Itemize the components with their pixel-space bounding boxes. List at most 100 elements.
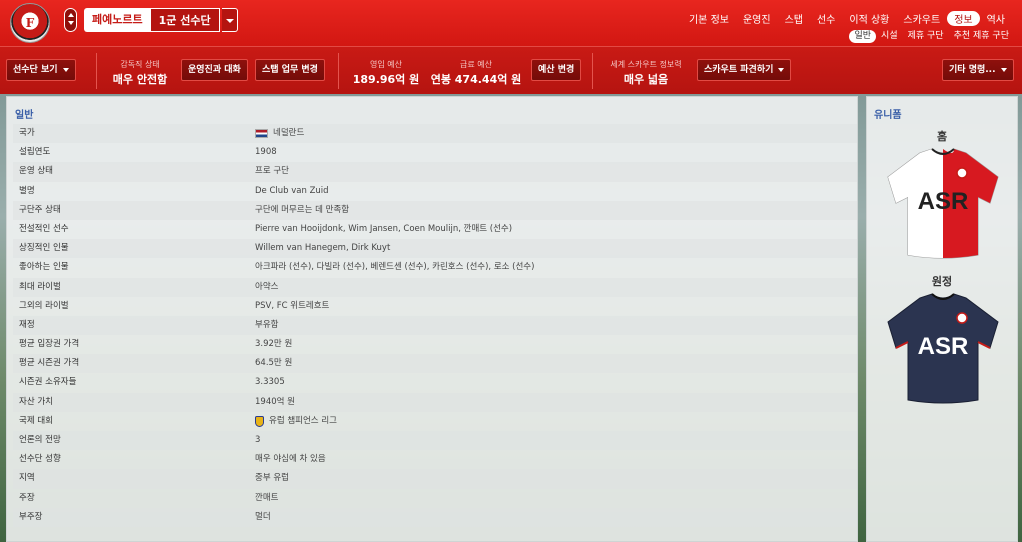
row-value: 매우 야심에 차 있음	[255, 454, 326, 465]
transfer-budget: 영입 예산 189.96억 원	[350, 59, 422, 87]
arrow-down-icon[interactable]	[67, 21, 74, 25]
club-name-tab[interactable]: 페예노르트	[84, 8, 151, 32]
wage-budget-label: 급료 예산	[460, 60, 492, 69]
main-nav: 기본 정보 운영진 스탭 선수 이적 상황 스카우트 정보 역사	[682, 11, 1012, 26]
row-label: 설립연도	[19, 147, 51, 158]
nav-overview[interactable]: 기본 정보	[682, 11, 736, 26]
row-label: 좋아하는 인물	[19, 262, 69, 273]
board-talk-button[interactable]: 운영진과 대화	[181, 59, 248, 81]
row-label: 별명	[19, 185, 35, 196]
subnav-facilities[interactable]: 시설	[876, 30, 903, 43]
club-switch-arrows[interactable]	[64, 8, 77, 32]
row-value-cell: 구단에 머무르는 데 만족함	[255, 201, 857, 220]
club-crest-icon[interactable]: F	[10, 3, 50, 43]
row-value-cell: PSV, FC 위트레흐트	[255, 297, 857, 316]
other-commands-button[interactable]: 기타 명령...	[942, 59, 1014, 81]
row-value: 구단에 머무르는 데 만족함	[255, 204, 350, 215]
nav-history[interactable]: 역사	[980, 11, 1012, 26]
staff-duty-button[interactable]: 스탭 업무 변경	[255, 59, 325, 81]
row-value-cell: 3.92만 원	[255, 335, 857, 354]
scout-knowledge-value: 매우 넓음	[623, 73, 669, 86]
subnav-recommended-affiliates[interactable]: 추천 제휴 구단	[949, 30, 1014, 43]
row-value-cell: 프로 구단	[255, 162, 857, 181]
row-value-cell: 3	[255, 431, 857, 450]
row-value: 3.3305	[255, 377, 285, 388]
row-value-cell: 멀더	[255, 508, 857, 527]
row-label: 주장	[19, 492, 35, 503]
subnav-affiliates[interactable]: 제휴 구단	[903, 30, 949, 43]
row-label: 전설적인 선수	[19, 223, 69, 234]
row-label: 자산 가치	[19, 396, 53, 407]
row-value-cell: 1940억 원	[255, 393, 857, 412]
nav-staff[interactable]: 스탭	[778, 11, 810, 26]
row-label: 지역	[19, 473, 35, 484]
home-kit-label: 홈	[936, 130, 948, 143]
table-row: 구단주 상태 구단에 머무르는 데 만족함	[13, 200, 857, 220]
scout-dispatch-label: 스카우트 파견하기	[704, 65, 774, 75]
away-shirt-icon[interactable]: ASR	[882, 292, 1004, 404]
table-row: 운영 상태 프로 구단	[13, 162, 857, 182]
row-label: 상징적인 인물	[19, 243, 69, 254]
squad-view-button[interactable]: 선수단 보기	[6, 59, 76, 81]
row-label: 국제 대회	[19, 415, 53, 426]
row-value: 부유함	[255, 319, 279, 330]
row-label: 선수단 성향	[19, 454, 61, 465]
sub-nav: 일반 시설 제휴 구단 추천 제휴 구단	[849, 30, 1014, 43]
transfer-budget-value: 189.96억 원	[352, 73, 420, 86]
row-value-cell: 1908	[255, 143, 857, 162]
nav-transfers[interactable]: 이적 상황	[842, 11, 896, 26]
arrow-up-icon[interactable]	[67, 13, 74, 17]
row-value-cell: 3.3305	[255, 373, 857, 392]
row-value: 64.5만 원	[255, 358, 293, 369]
divider	[96, 53, 97, 89]
info-bar: 선수단 보기 감독직 상태 매우 안전함 운영진과 대화 스탭 업무 변경 영입…	[0, 46, 1022, 94]
wage-budget: 급료 예산 연봉 474.44억 원	[428, 59, 524, 87]
team-name-tab[interactable]: 1군 선수단	[150, 8, 220, 32]
row-value-cell: 네덜란드	[255, 124, 857, 143]
kit-panel: 유니폼 홈 ASR 원정 ASR	[866, 96, 1018, 542]
row-value-cell: 아약스	[255, 278, 857, 297]
team-dropdown-button[interactable]	[221, 8, 238, 32]
chevron-down-icon	[1000, 67, 1007, 72]
scout-knowledge-label: 세계 스카우트 정보력	[610, 60, 682, 69]
nav-scouting[interactable]: 스카우트	[896, 11, 947, 26]
subnav-general[interactable]: 일반	[849, 30, 877, 43]
row-value[interactable]: 네덜란드	[273, 124, 304, 143]
general-panel: 일반 국가 네덜란드 설립연도 1908 운영 상태 프로 구단 별명 De Club van…	[6, 96, 858, 542]
table-row: 언론의 전망 3	[13, 431, 857, 451]
row-value: 아크파라 (선수), 다빌라 (선수), 베렌드센 (선수), 카린호스 (선수…	[255, 262, 535, 273]
row-value[interactable]: 아약스	[255, 278, 278, 297]
row-label: 부주장	[19, 511, 43, 522]
row-label: 구단주 상태	[19, 204, 61, 215]
row-label: 그외의 라이벌	[19, 300, 69, 311]
row-value: 멀더	[255, 511, 271, 522]
row-value-cell: 매우 야심에 차 있음	[255, 450, 857, 469]
home-shirt-icon[interactable]: ASR	[882, 147, 1004, 259]
table-row: 설립연도 1908	[13, 143, 857, 162]
row-label: 평균 입장권 가격	[19, 339, 80, 350]
nav-players[interactable]: 선수	[810, 11, 842, 26]
top-header: F 페예노르트 1군 선수단 기본 정보 운영진 스탭 선수 이적 상황 스카우…	[0, 0, 1022, 46]
club-selector: 페예노르트 1군 선수단	[84, 8, 238, 32]
crest-text: F	[25, 16, 35, 30]
scout-dispatch-button[interactable]: 스카우트 파견하기	[697, 59, 792, 81]
row-value: Willem van Hanegem, Dirk Kuyt	[255, 243, 391, 254]
away-sponsor-text: ASR	[918, 333, 969, 360]
row-value: 1908	[255, 147, 277, 158]
row-value-cell: 아크파라 (선수), 다빌라 (선수), 베렌드센 (선수), 카린호스 (선수…	[255, 258, 857, 277]
table-row: 국가 네덜란드	[13, 124, 857, 144]
budget-change-button[interactable]: 예산 변경	[531, 59, 582, 81]
row-value-cell: 부유함	[255, 316, 857, 335]
row-value[interactable]: PSV, FC 위트레흐트	[255, 297, 329, 316]
row-value-cell: 유럽 챔피언스 리그	[255, 412, 857, 431]
divider	[338, 53, 339, 89]
table-row: 선수단 성향 매우 야심에 차 있음	[13, 450, 857, 469]
nav-board[interactable]: 운영진	[736, 11, 778, 26]
squad-view-label: 선수단 보기	[13, 65, 58, 75]
nav-info[interactable]: 정보	[947, 11, 980, 26]
row-value[interactable]: 유럽 챔피언스 리그	[269, 412, 337, 431]
row-value-cell: De Club van Zuid	[255, 182, 857, 201]
manager-status-value: 매우 안전함	[112, 73, 168, 86]
row-value-cell: Pierre van Hooijdonk, Wim Jansen, Coen M…	[255, 220, 857, 239]
chevron-down-icon	[778, 67, 785, 72]
